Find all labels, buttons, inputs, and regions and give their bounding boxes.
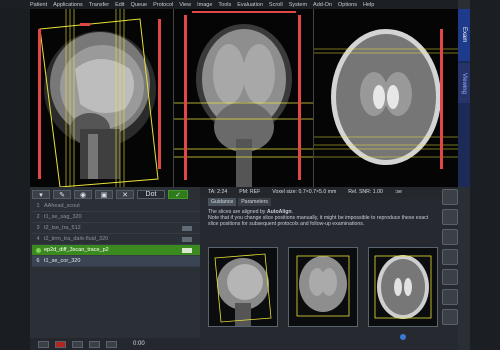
tab-guidance[interactable]: Guidance [208,198,237,206]
delete-button[interactable]: ✕ [116,190,134,199]
se-value: :se [394,189,402,195]
protocol-row[interactable]: 4 t2_tirm_tra_dark-fluid_320 [32,234,200,245]
sagittal-viewport[interactable] [30,9,174,187]
chevron-down-icon: ▾ [39,191,43,199]
disk-icon: ▣ [100,191,108,199]
dropdown-button[interactable]: ▾ [32,190,50,199]
menu-bar: Patient Applications Transfer Edit Queue… [0,0,458,9]
protocol-panel: ▾ ✎ ◉ ▣ ✕ Dot ✓ 1 AAhead_scout 2 t1_se_s… [30,187,230,350]
tab-viewing[interactable]: Viewing [458,63,470,103]
guidance-line-2: Note that if you change slice positions … [208,215,429,227]
ta-value: TA: 2:24 [208,189,228,195]
protocol-number: 3 [36,225,40,231]
protocol-row-selected[interactable]: 6 t1_se_cor_320 [32,256,200,267]
protocol-row[interactable]: 2 t1_se_sag_320 [32,212,200,223]
status-bar: TA: 2:24 PM: REF Voxel size: 0.7×0.7×5.0… [200,187,458,197]
tool-button[interactable] [442,229,458,245]
tool-button[interactable] [442,289,458,305]
menu-add-on[interactable]: Add-On [313,2,332,8]
menu-queue[interactable]: Queue [131,2,148,8]
pm-value: PM: REF [239,189,261,195]
help-icon[interactable] [400,334,406,340]
protocol-name: AAhead_scout [44,203,80,209]
menu-transfer[interactable]: Transfer [89,2,109,8]
coronal-image [174,9,313,187]
axial-image [314,9,458,187]
menu-evaluation[interactable]: Evaluation [237,2,263,8]
pencil-icon: ✎ [59,191,65,199]
protocol-number: 2 [36,214,40,220]
tab-parameters[interactable]: Parameters [238,198,272,206]
menu-image[interactable]: Image [197,2,212,8]
side-tool-buttons [440,187,460,350]
protocol-name: t2_tse_tra_512 [44,225,81,231]
menu-applications[interactable]: Applications [53,2,83,8]
protocol-row-active[interactable]: ep2d_diff_3scan_trace_p2 [32,245,200,256]
edit-button[interactable]: ✎ [53,190,71,199]
series-icon [182,225,192,231]
menu-system[interactable]: System [289,2,307,8]
protocol-row[interactable]: 1 AAhead_scout [32,201,200,212]
axial-viewport[interactable] [314,9,458,187]
tool-button[interactable] [442,209,458,225]
snr-value: Rel. SNR: 1.00 [348,189,383,195]
voxel-size-value: Voxel size: 0.7×0.7×5.0 mm [272,189,337,195]
guidance-thumbnails [208,247,438,327]
thumbnail-sagittal[interactable] [208,247,278,327]
coronal-viewport[interactable] [174,9,314,187]
menu-options[interactable]: Options [338,2,357,8]
stop-button[interactable] [55,340,66,348]
thumbnail-coronal[interactable] [288,247,358,327]
protocol-name: t2_tirm_tra_dark-fluid_320 [44,236,109,242]
far-right-panel [470,0,500,350]
thumbnail-coronal-image [296,255,350,317]
save-button[interactable]: ▣ [95,190,113,199]
check-icon: ✓ [175,191,181,199]
pause-button[interactable] [72,340,83,348]
protocol-number: 4 [36,236,40,242]
menu-help[interactable]: Help [363,2,374,8]
thumbnail-axial[interactable] [368,247,438,327]
skip-button[interactable] [106,340,117,348]
menu-patient[interactable]: Patient [30,2,47,8]
tool-button[interactable] [442,309,458,325]
protocol-number: 1 [36,203,40,209]
left-sidebar [0,9,30,350]
trash-button[interactable] [38,340,49,348]
running-indicator-icon [35,247,41,253]
guidance-text: The slices are aligned by AutoAlign. Not… [200,206,440,230]
tool-button[interactable] [442,269,458,285]
parameter-panel: TA: 2:24 PM: REF Voxel size: 0.7×0.7×5.0… [200,187,458,350]
right-tab-strip: Exam Viewing [458,9,470,187]
scan-timer: 0:00 [133,341,145,347]
play-button[interactable] [89,340,100,348]
protocol-list: 1 AAhead_scout 2 t1_se_sag_320 3 t2_tse_… [32,201,200,267]
menu-protocol[interactable]: Protocol [153,2,173,8]
image-viewports [30,9,458,187]
apply-button[interactable]: ✓ [168,190,188,199]
protocol-name: t1_se_cor_320 [44,258,81,264]
thumbnail-axial-image [374,255,432,319]
camera-button[interactable]: ◉ [74,190,92,199]
dot-button[interactable]: Dot [137,190,165,199]
menu-tools[interactable]: Tools [218,2,231,8]
card-tabs: Guidance Parameters [200,198,458,206]
protocol-row[interactable]: 3 t2_tse_tra_512 [32,223,200,234]
tool-button[interactable] [442,189,458,205]
tool-button[interactable] [442,249,458,265]
series-icon [182,247,192,253]
protocol-name: ep2d_diff_3scan_trace_p2 [44,247,109,253]
series-icon [182,236,192,242]
sagittal-image [30,9,173,187]
protocol-toolbar: ▾ ✎ ◉ ▣ ✕ Dot ✓ [32,190,198,199]
protocol-name: t1_se_sag_320 [44,214,82,220]
camera-icon: ◉ [79,191,87,199]
close-icon: ✕ [122,191,128,199]
menu-edit[interactable]: Edit [115,2,124,8]
menu-view[interactable]: View [179,2,191,8]
protocol-number: 6 [36,258,40,264]
menu-scroll[interactable]: Scroll [269,2,283,8]
thumbnail-sagittal-image [214,253,272,326]
tab-exam[interactable]: Exam [458,9,470,61]
